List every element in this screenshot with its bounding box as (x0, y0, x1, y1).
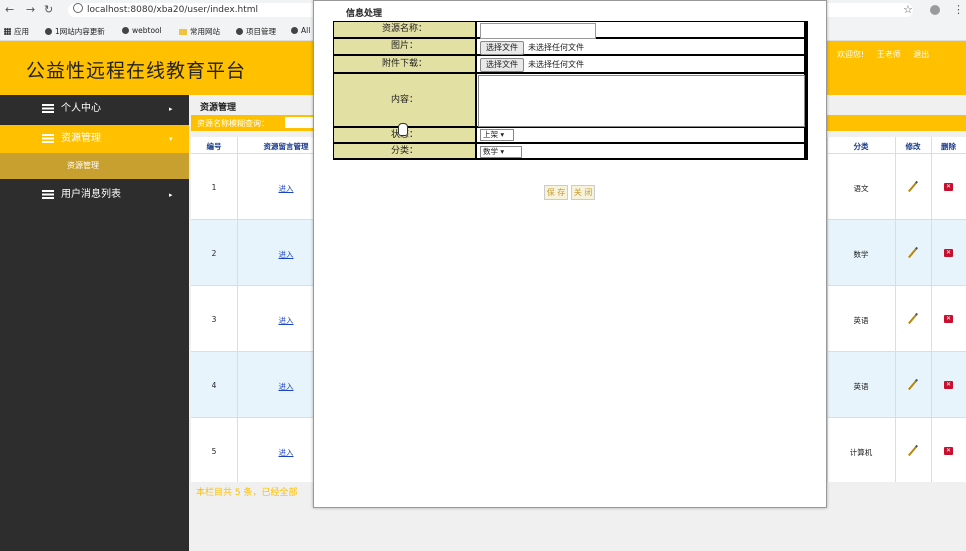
row-id: 2 (211, 249, 217, 258)
col-category: 分类 (853, 142, 869, 151)
delete-icon[interactable]: ✕ (931, 379, 966, 389)
label-attachment: 附件下载： (334, 56, 475, 72)
bookmark-label: All (301, 26, 311, 35)
apps-icon (4, 28, 11, 35)
label-category: 分类： (334, 144, 475, 158)
bookmark-site-update[interactable]: 1网站内容更新 (45, 26, 105, 37)
search-input[interactable] (285, 117, 313, 128)
dialog-title: 信息处理 (346, 9, 383, 19)
breadcrumb: 资源管理 (200, 103, 237, 113)
search-label: 资源名称模糊查询： (197, 119, 269, 128)
col-edit: 修改 (905, 142, 921, 151)
chevron-down-icon: ▾ (169, 135, 173, 143)
sidebar-item-personal[interactable]: 个人中心 ▸ (0, 95, 189, 123)
sidebar: 个人中心 ▸ 资源管理 ▾ 资源管理 用户消息列表 ▸ (0, 95, 189, 551)
bookmark-label: 应用 (14, 27, 29, 36)
globe-icon (291, 27, 298, 34)
bookmark-project[interactable]: 项目管理 (236, 26, 276, 37)
label-image: 图片： (334, 39, 475, 54)
back-icon[interactable]: ← (5, 3, 14, 16)
table-divider (895, 137, 896, 482)
field-image: 选择文件 未选择任何文件 (477, 39, 804, 55)
stack-icon (42, 190, 54, 199)
delete-icon[interactable]: ✕ (931, 181, 966, 191)
row-category: 英语 (853, 382, 869, 391)
status-select[interactable]: 上架 ▾ (480, 129, 514, 141)
content-textarea[interactable] (478, 75, 805, 127)
sidebar-subitem-resources[interactable]: 资源管理 (0, 153, 189, 179)
table-divider (931, 137, 932, 482)
category-select[interactable]: 数学 ▾ (480, 146, 522, 158)
close-button[interactable]: 关 闭 (571, 185, 595, 200)
username-link[interactable]: 王老师 (877, 50, 901, 59)
save-button[interactable]: 保 存 (544, 185, 568, 200)
sidebar-item-label: 资源管理 (61, 133, 101, 144)
table-divider (237, 137, 238, 482)
col-delete: 删除 (941, 142, 956, 151)
bookmark-webtool[interactable]: webtool (122, 26, 162, 35)
row-category: 计算机 (849, 448, 873, 457)
welcome-text: 欢迎您! (837, 50, 865, 59)
header-links: 欢迎您! 王老师 退出 (837, 49, 939, 60)
stack-icon (42, 134, 54, 143)
sidebar-item-label: 用户消息列表 (61, 189, 121, 200)
edit-icon[interactable] (895, 378, 931, 393)
chevron-right-icon: ▸ (169, 191, 173, 199)
field-category (477, 144, 804, 158)
name-input[interactable] (480, 23, 596, 39)
bookmark-label: 项目管理 (246, 27, 276, 36)
edit-icon[interactable] (895, 312, 931, 327)
globe-icon (45, 28, 52, 35)
row-id: 5 (211, 447, 217, 456)
field-attachment: 选择文件 未选择任何文件 (477, 56, 804, 72)
mouse-cursor-icon (398, 123, 408, 136)
label-name: 资源名称： (334, 22, 475, 37)
site-title: 公益性远程在线教育平台 (26, 60, 247, 82)
sidebar-item-messages[interactable]: 用户消息列表 ▸ (0, 181, 189, 209)
bookmark-apps[interactable]: 应用 (4, 26, 29, 37)
url-text: localhost:8080/xba20/user/index.html (87, 5, 259, 15)
image-filename: 未选择任何文件 (528, 43, 584, 52)
bookmark-label: 1网站内容更新 (55, 27, 105, 36)
row-id: 4 (211, 381, 217, 390)
forward-icon[interactable]: → (26, 3, 35, 16)
edit-icon[interactable] (895, 246, 931, 261)
logout-link[interactable]: 退出 (913, 50, 929, 59)
field-status (477, 128, 804, 142)
reload-icon[interactable]: ↻ (44, 3, 53, 16)
avatar[interactable] (930, 5, 940, 15)
row-category: 数学 (853, 250, 869, 259)
choose-attachment-button[interactable]: 选择文件 (480, 58, 524, 72)
chevron-right-icon: ▸ (169, 105, 173, 113)
bookmark-label: 常用网站 (190, 27, 220, 36)
col-id: 编号 (206, 142, 222, 151)
record-count: 本栏目共 5 条，已经全部 (196, 488, 298, 498)
globe-icon (236, 28, 243, 35)
bookmark-label: webtool (132, 26, 162, 35)
choose-image-button[interactable]: 选择文件 (480, 41, 524, 55)
delete-icon[interactable]: ✕ (931, 247, 966, 257)
row-id: 1 (211, 183, 217, 192)
sidebar-item-resources[interactable]: 资源管理 ▾ (0, 125, 189, 153)
folder-icon (179, 29, 187, 35)
bookmark-all[interactable]: All (291, 26, 310, 35)
bookmark-common[interactable]: 常用网站 (179, 26, 220, 37)
sidebar-item-label: 个人中心 (61, 103, 101, 114)
attachment-filename: 未选择任何文件 (528, 60, 584, 69)
sidebar-subitem-label: 资源管理 (67, 161, 99, 170)
menu-icon[interactable]: ⋮ (953, 3, 964, 16)
row-category: 语文 (853, 184, 869, 193)
row-category: 英语 (853, 316, 869, 325)
info-icon (73, 3, 83, 13)
table-divider (827, 137, 828, 482)
edit-icon[interactable] (895, 444, 931, 459)
label-content: 内容： (334, 74, 475, 126)
edit-icon[interactable] (895, 180, 931, 195)
row-id: 3 (211, 315, 217, 324)
delete-icon[interactable]: ✕ (931, 313, 966, 323)
globe-icon (122, 27, 129, 34)
stack-icon (42, 104, 54, 113)
delete-icon[interactable]: ✕ (931, 445, 966, 455)
bookmark-star-icon[interactable]: ☆ (903, 3, 913, 16)
